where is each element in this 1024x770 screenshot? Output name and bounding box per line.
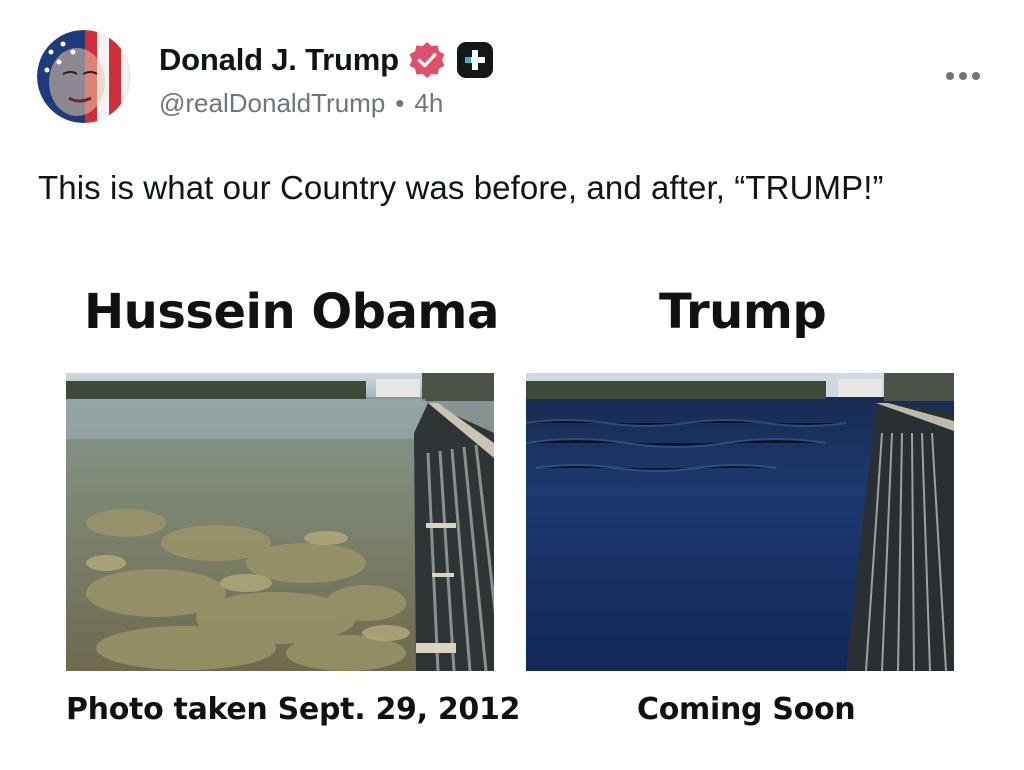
right-panel-photo: [526, 373, 954, 671]
more-options-icon: [946, 72, 980, 80]
author-meta: @realDonaldTrump • 4h: [159, 88, 443, 119]
avatar-image: [37, 30, 130, 123]
right-panel-title: Trump: [659, 284, 827, 340]
post-media-image[interactable]: Hussein Obama Trump Photo taken Sept. 29…: [38, 240, 986, 770]
left-panel-caption: Photo taken Sept. 29, 2012: [66, 692, 521, 727]
post: Donald J. Trump @realDonaldTrump • 4h Th…: [0, 0, 1024, 770]
avatar[interactable]: [37, 30, 130, 123]
author-handle[interactable]: @realDonaldTrump: [159, 88, 385, 119]
author-row: Donald J. Trump: [159, 38, 493, 82]
post-text: This is what our Country was before, and…: [38, 169, 884, 206]
plus-badge-icon: [456, 42, 493, 78]
author-display-name[interactable]: Donald J. Trump: [159, 42, 399, 78]
right-panel-caption: Coming Soon: [637, 692, 856, 727]
left-panel-photo: [66, 373, 494, 671]
verified-badge-icon: [407, 40, 447, 80]
left-panel-title: Hussein Obama: [84, 284, 499, 340]
meta-separator: •: [395, 88, 405, 118]
more-options-button[interactable]: [942, 62, 984, 90]
post-timestamp[interactable]: 4h: [414, 88, 443, 119]
